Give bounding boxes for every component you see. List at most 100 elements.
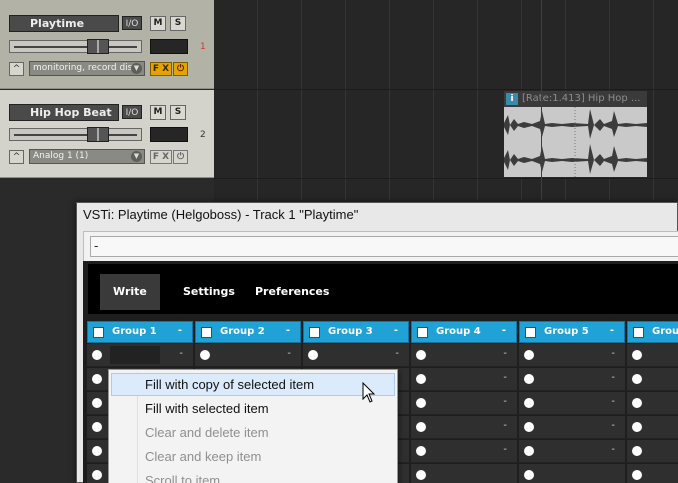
group-header[interactable]: Group 3 - [303,321,409,343]
slot-dash[interactable]: - [611,348,615,359]
slot-dash[interactable]: - [611,396,615,407]
checkbox-icon[interactable] [201,327,212,338]
io-button[interactable]: I/O [122,105,142,119]
slot-cell[interactable]: - [87,344,193,367]
slot-cell[interactable] [411,464,517,483]
radio-icon[interactable] [416,446,426,456]
menu-preferences[interactable]: Preferences [242,274,342,310]
group-menu-dash[interactable]: - [394,325,398,336]
slot-dash[interactable]: - [503,420,507,431]
slot-dash[interactable]: - [611,420,615,431]
group-menu-dash[interactable]: - [286,325,290,336]
mute-button[interactable]: M [150,16,166,31]
slot-dash[interactable]: - [611,372,615,383]
slot-cell[interactable]: - [303,344,409,367]
checkbox-icon[interactable] [309,327,320,338]
radio-icon[interactable] [92,374,102,384]
checkbox-icon[interactable] [93,327,104,338]
slot-field[interactable] [110,346,160,364]
fader-knob[interactable] [87,127,109,142]
envelope-icon[interactable]: ^ [9,62,24,76]
group-header[interactable]: Group 4 - [411,321,517,343]
slot-cell[interactable]: - [519,344,625,367]
playhead[interactable] [541,0,542,200]
radio-icon[interactable] [524,422,534,432]
radio-icon[interactable] [632,446,642,456]
slot-cell[interactable] [627,368,678,391]
slot-cell[interactable] [627,344,678,367]
group-header[interactable]: Group 5 - [519,321,625,343]
fader-knob[interactable] [87,39,109,54]
radio-icon[interactable] [632,398,642,408]
group-header[interactable]: Group 1 - [87,321,193,343]
checkbox-icon[interactable] [417,327,428,338]
power-icon[interactable]: ⏻ [173,150,188,164]
radio-icon[interactable] [92,470,102,480]
menu-write[interactable]: Write [100,274,160,310]
slot-cell[interactable] [627,464,678,483]
track-name-field[interactable]: Hip Hop Beat [9,104,119,121]
checkbox-icon[interactable] [633,327,644,338]
item-info-icon[interactable]: i [506,93,518,105]
slot-cell[interactable]: - [519,392,625,415]
slot-cell[interactable]: - [411,392,517,415]
radio-icon[interactable] [92,350,102,360]
slot-cell[interactable]: - [411,416,517,439]
preset-dropdown[interactable]: - [90,236,678,257]
group-menu-dash[interactable]: - [610,325,614,336]
menu-settings[interactable]: Settings [170,274,248,310]
slot-dash[interactable]: - [503,444,507,455]
menu-item-fill-with-copy[interactable]: Fill with copy of selected item [111,373,395,396]
slot-cell[interactable]: - [519,440,625,463]
menu-item-fill-with-selected[interactable]: Fill with selected item [111,397,395,420]
input-select[interactable]: monitoring, record disa ▼ [29,61,145,76]
io-button[interactable]: I/O [122,16,142,30]
slot-cell[interactable] [519,464,625,483]
radio-icon[interactable] [92,398,102,408]
slot-dash[interactable]: - [503,348,507,359]
mute-button[interactable]: M [150,105,166,120]
menu-item-clear-and-keep[interactable]: Clear and keep item [111,445,395,468]
track-1[interactable]: Playtime I/O M S ^ monitoring, record di… [0,0,214,89]
power-icon[interactable]: ⏻ [173,62,188,76]
track-name-field[interactable]: Playtime [9,15,119,32]
radio-icon[interactable] [92,446,102,456]
group-header[interactable]: Grou [627,321,678,343]
slot-cell[interactable]: - [519,416,625,439]
slot-dash[interactable]: - [503,396,507,407]
envelope-icon[interactable]: ^ [9,150,24,164]
group-menu-dash[interactable]: - [178,325,182,336]
fx-button[interactable]: F X [150,150,172,164]
slot-cell[interactable]: - [195,344,301,367]
volume-fader[interactable] [9,127,142,142]
slot-cell[interactable] [627,416,678,439]
slot-dash[interactable]: - [611,444,615,455]
radio-icon[interactable] [416,422,426,432]
slot-cell[interactable]: - [411,440,517,463]
radio-icon[interactable] [200,350,210,360]
slot-dash[interactable]: - [179,348,183,359]
slot-dash[interactable]: - [395,348,399,359]
solo-button[interactable]: S [170,16,186,31]
radio-icon[interactable] [524,446,534,456]
group-menu-dash[interactable]: - [502,325,506,336]
input-select[interactable]: Analog 1 (1) ▼ [29,149,145,164]
radio-icon[interactable] [524,398,534,408]
solo-button[interactable]: S [170,105,186,120]
radio-icon[interactable] [92,422,102,432]
fx-button[interactable]: F X [150,62,172,76]
menu-item-scroll-to-item[interactable]: Scroll to item [111,469,395,483]
slot-cell[interactable]: - [411,344,517,367]
radio-icon[interactable] [632,470,642,480]
media-item[interactable]: i [Rate:1.413] Hip Hop ... [504,91,647,177]
slot-cell[interactable] [627,392,678,415]
track-2[interactable]: Hip Hop Beat I/O M S ^ Analog 1 (1) ▼ F … [0,90,214,178]
radio-icon[interactable] [524,470,534,480]
radio-icon[interactable] [416,398,426,408]
radio-icon[interactable] [632,422,642,432]
radio-icon[interactable] [524,374,534,384]
radio-icon[interactable] [416,470,426,480]
slot-cell[interactable]: - [411,368,517,391]
slot-dash[interactable]: - [503,372,507,383]
slot-dash[interactable]: - [287,348,291,359]
